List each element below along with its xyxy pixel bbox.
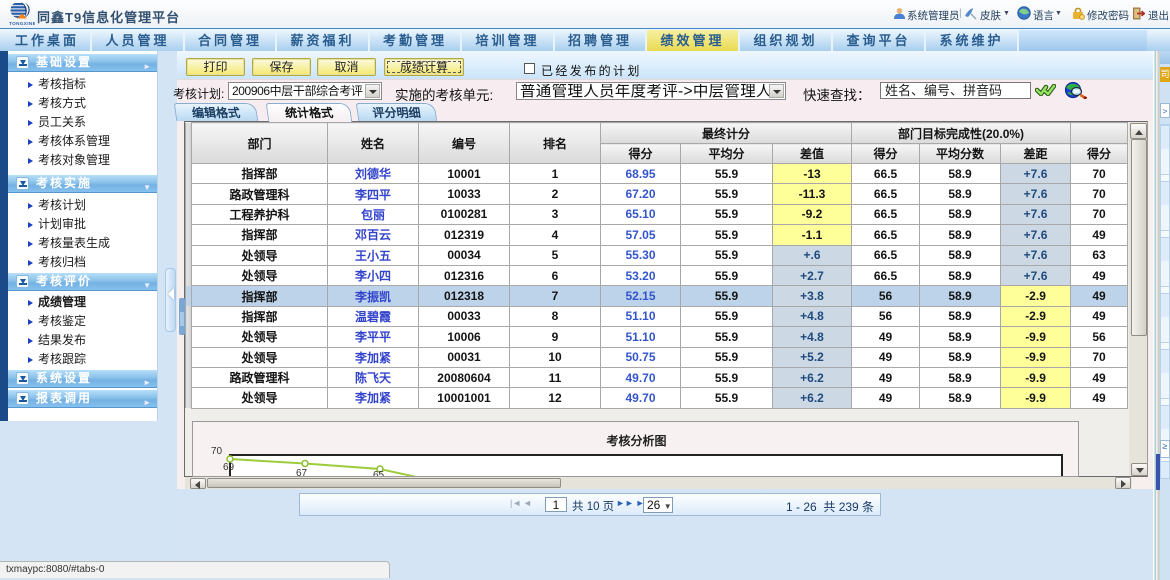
svg-text:70: 70 [211, 446, 223, 457]
svg-text:TONGXINE: TONGXINE [9, 21, 35, 26]
svg-text:65: 65 [373, 470, 385, 477]
svg-text:69: 69 [223, 462, 235, 473]
svg-text:67: 67 [296, 468, 308, 477]
